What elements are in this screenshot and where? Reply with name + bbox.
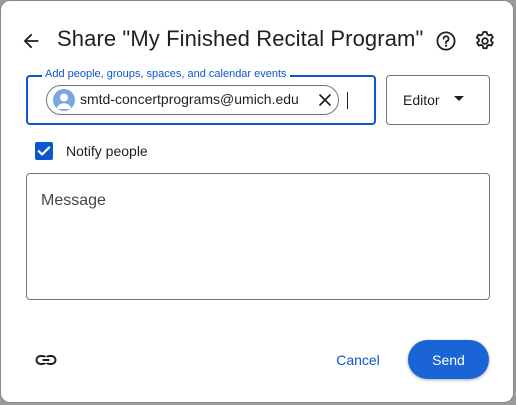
arrow-back-icon <box>23 33 39 49</box>
checkmark-icon <box>37 146 51 156</box>
avatar <box>53 89 75 111</box>
close-icon <box>319 94 331 106</box>
dialog-title: Share "My Finished Recital Program" <box>57 26 424 51</box>
message-placeholder: Message <box>41 192 106 209</box>
person-icon <box>56 93 72 109</box>
settings-button[interactable] <box>473 29 497 53</box>
cancel-button[interactable]: Cancel <box>326 342 390 378</box>
help-button[interactable] <box>434 29 458 53</box>
dropdown-arrow-icon <box>454 96 464 101</box>
role-selected-label: Editor <box>403 92 440 108</box>
add-people-label: Add people, groups, spaces, and calendar… <box>42 68 290 80</box>
notify-people-checkbox[interactable] <box>35 142 53 160</box>
text-cursor <box>347 92 348 109</box>
remove-recipient-button[interactable] <box>315 90 335 110</box>
notify-people-label: Notify people <box>66 143 148 159</box>
copy-link-button[interactable] <box>34 348 58 372</box>
recipient-email: smtd-concertprograms@umich.edu <box>80 91 299 107</box>
back-button[interactable] <box>18 28 44 54</box>
gear-icon <box>475 31 494 50</box>
link-icon <box>35 355 57 365</box>
send-button[interactable]: Send <box>408 340 489 379</box>
help-circle-icon <box>436 31 456 51</box>
